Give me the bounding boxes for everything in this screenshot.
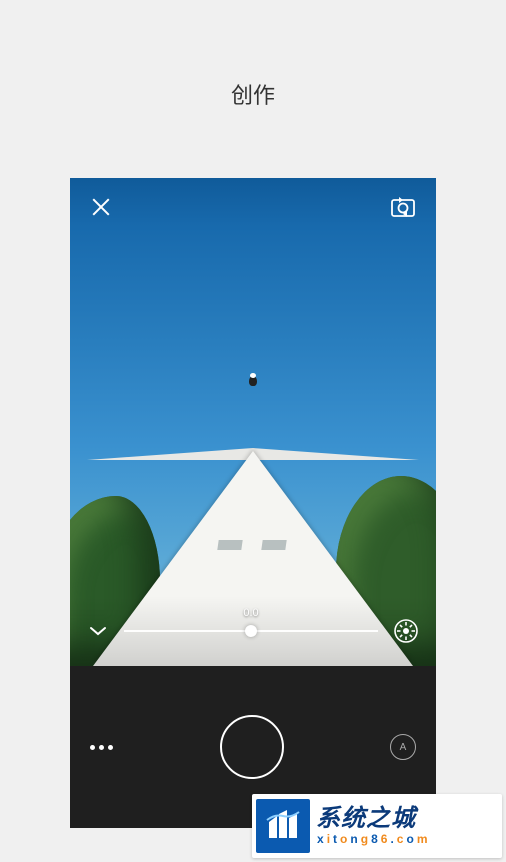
- watermark: 系统之城 x i t o n g 8 6 . c o m: [252, 794, 502, 858]
- viewfinder[interactable]: 0.0: [70, 178, 436, 666]
- brightness-icon[interactable]: [392, 617, 420, 645]
- exposure-value-label: 0.0: [243, 607, 258, 619]
- exposure-slider[interactable]: 0.0: [124, 619, 378, 643]
- page-title: 创作: [231, 78, 275, 110]
- exposure-slider-area: 0.0: [70, 596, 436, 666]
- chevron-down-icon[interactable]: [86, 619, 110, 643]
- more-icon[interactable]: [90, 745, 113, 750]
- watermark-logo-icon: [256, 799, 310, 853]
- camera-screen: 0.0: [70, 178, 436, 828]
- watermark-text: 系统之城 x i t o n g 8 6 . c o m: [316, 806, 428, 846]
- slider-handle[interactable]: [245, 625, 257, 637]
- camera-top-bar: [70, 178, 436, 236]
- close-icon[interactable]: [90, 196, 112, 218]
- house-vent: [217, 540, 242, 550]
- house-vent: [261, 540, 286, 550]
- switch-camera-icon[interactable]: [390, 196, 416, 218]
- shutter-button[interactable]: [220, 715, 284, 779]
- bird: [249, 376, 257, 386]
- auto-mode-button[interactable]: A: [390, 734, 416, 760]
- watermark-url: x i t o n g 8 6 . c o m: [316, 833, 428, 846]
- watermark-title: 系统之城: [316, 806, 428, 832]
